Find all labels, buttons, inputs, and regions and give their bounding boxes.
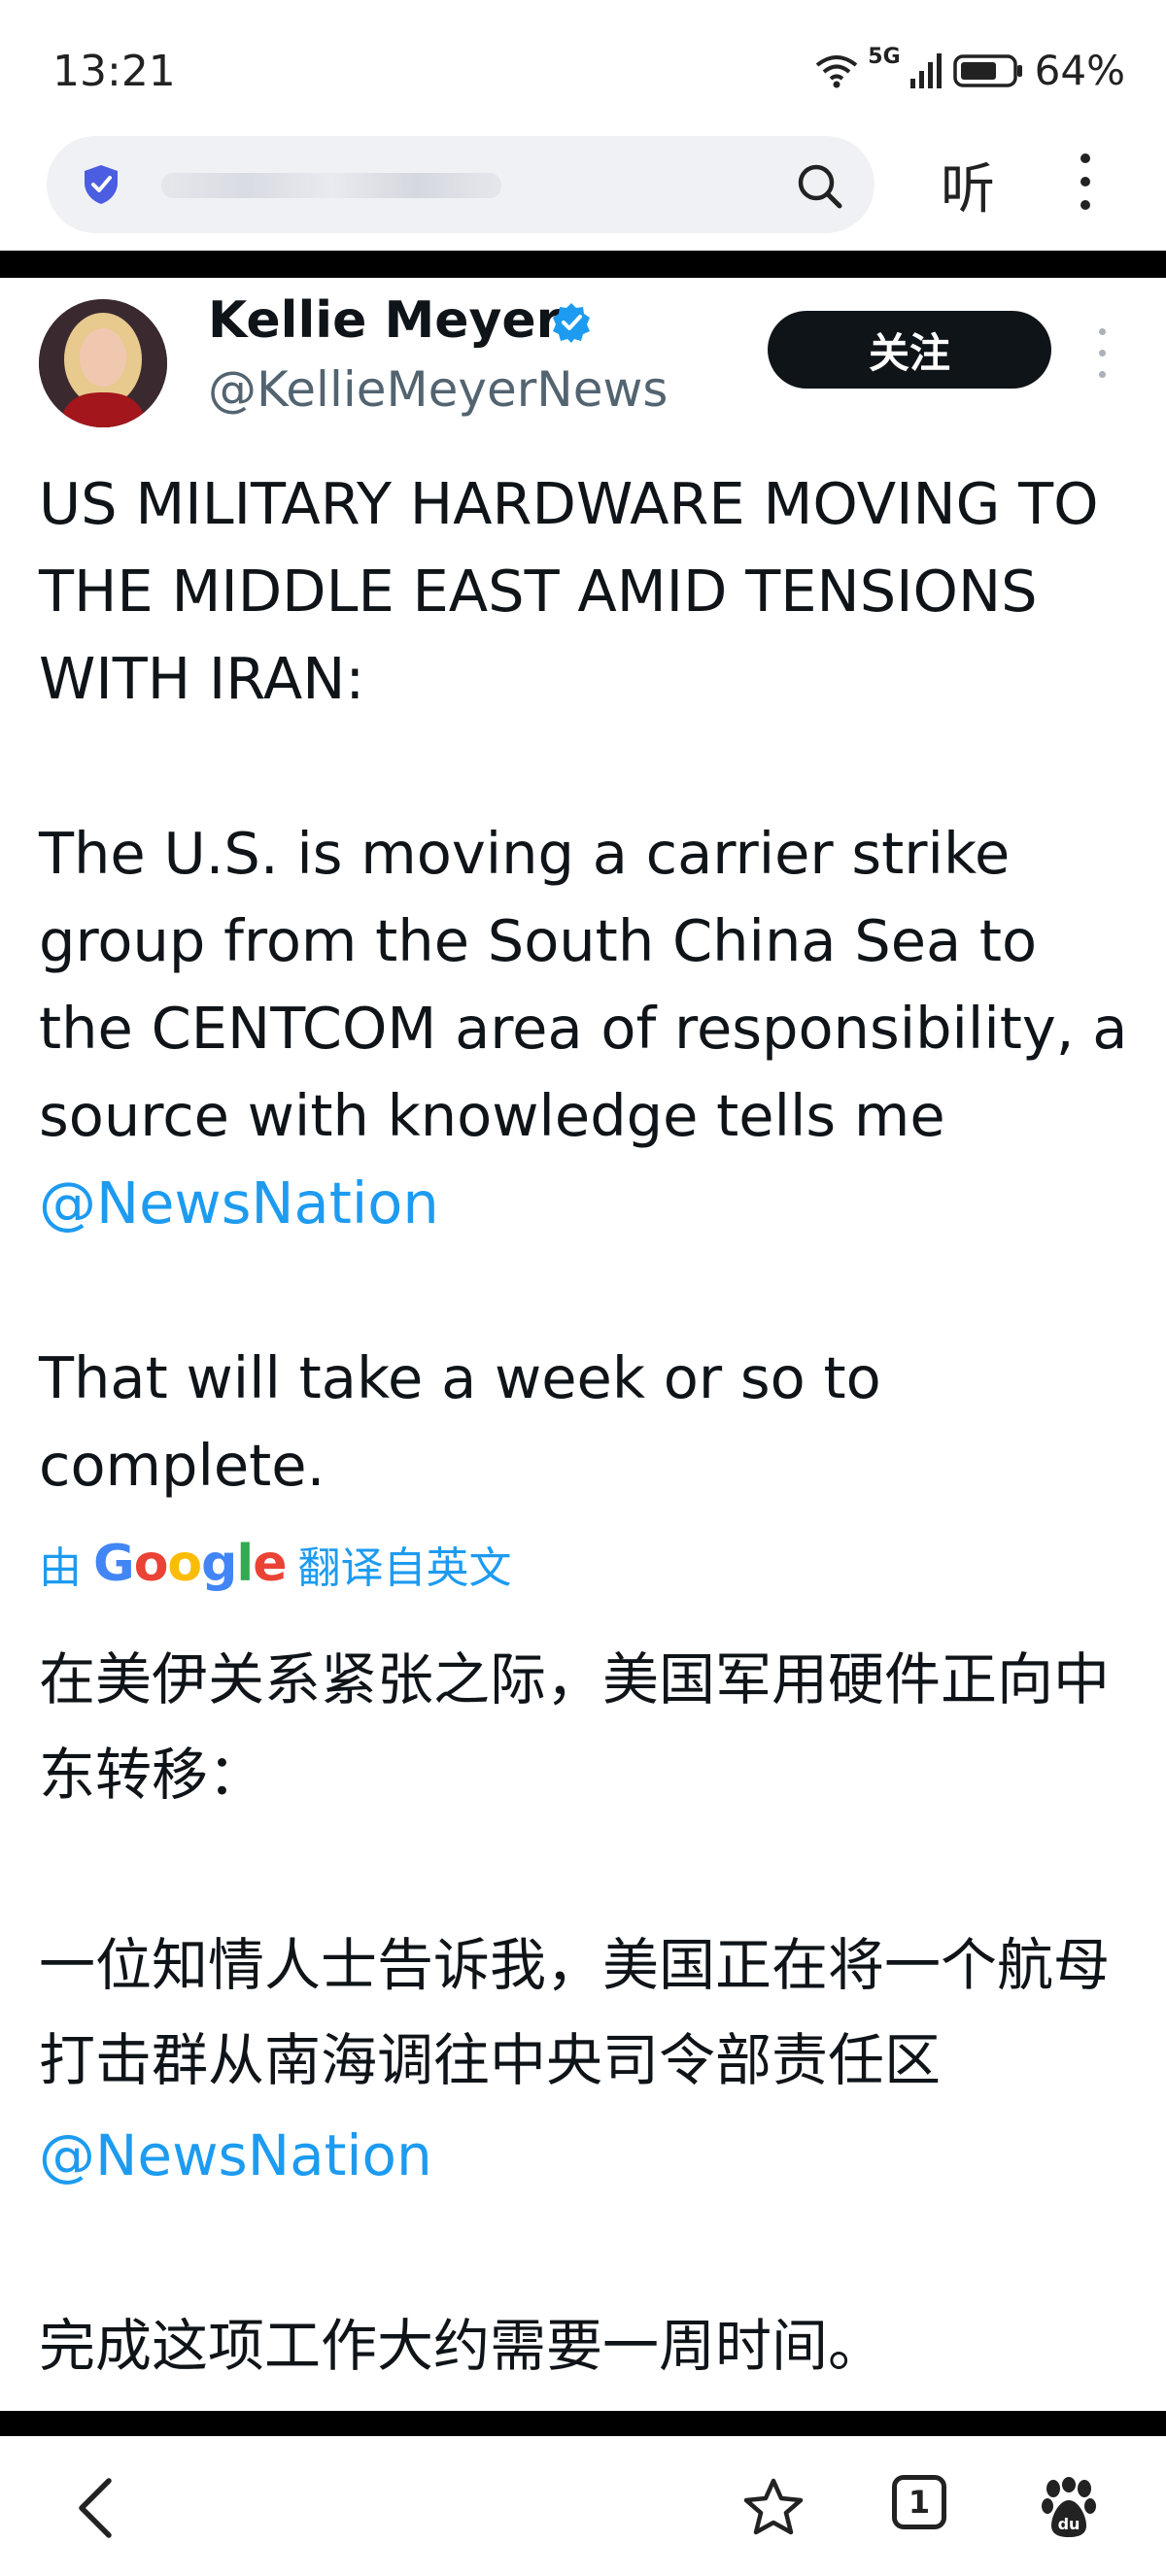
network-type: 5G [868,45,901,69]
google-logo: Google [93,1535,288,1593]
translated-paragraph: 完成这项工作大约需要一周时间。 [39,2313,885,2379]
avatar[interactable] [39,299,167,427]
back-arrow-icon[interactable] [72,2477,120,2539]
translation-attribution[interactable]: 由 Google 翻译自英文 [39,1533,512,1595]
tweet-more-icon[interactable] [1096,326,1110,381]
tab-switcher-button[interactable]: 1 [892,2475,946,2529]
status-bar: 13:21 5G 64% [0,0,1166,146]
translated-body: 在美伊关系紧张之际，美国军用硬件正向中东转移： 一位知情人士告诉我，美国正在将一… [39,1632,1137,2489]
tweet-paragraph: The U.S. is moving a carrier strike grou… [39,810,1137,1247]
follow-button[interactable]: 关注 [768,311,1051,389]
svg-text:du: du [1058,2515,1080,2533]
mention-link[interactable]: @NewsNation [39,2122,432,2188]
author-name[interactable]: Kellie Meyer [208,291,561,350]
screenshot-border [0,251,1166,278]
blurred-url[interactable] [161,173,501,198]
translated-paragraph: 在美伊关系紧张之际，美国军用硬件正向中东转移： [39,1646,1111,1808]
tweet-paragraph-text: The U.S. is moving a carrier strike grou… [39,820,1128,1149]
tweet-body: US MILITARY HARDWARE MOVING TO THE MIDDL… [39,460,1137,1597]
signal-icon [909,52,942,88]
clock: 13:21 [52,47,176,96]
status-icons: 5G 64% [815,45,1125,94]
baidu-paw-icon[interactable]: du [1040,2477,1098,2539]
battery-level: 64% [1034,47,1125,94]
battery-icon [952,53,1022,87]
wifi-icon [816,54,858,87]
tweet-paragraph: US MILITARY HARDWARE MOVING TO THE MIDDL… [39,470,1099,712]
bottom-navigation: 1 du [0,2436,1166,2576]
translated-paragraph: 一位知情人士告诉我，美国正在将一个航母打击群从南海调往中央司令部责任区 @News… [39,1917,1137,2203]
shield-icon [85,165,118,204]
bookmark-star-icon[interactable] [742,2477,805,2537]
listen-button[interactable]: 听 [941,146,995,224]
search-icon[interactable] [793,159,845,212]
avatar-image [39,299,167,427]
mention-link[interactable]: @NewsNation [39,1169,439,1237]
author-handle[interactable]: @KellieMeyerNews [208,361,668,418]
verified-badge-icon [553,303,590,343]
translated-paragraph-text: 一位知情人士告诉我，美国正在将一个航母打击群从南海调往中央司令部责任区 [39,1932,1111,2093]
translate-suffix: 翻译自英文 [297,1543,512,1593]
translate-prefix: 由 [39,1543,82,1593]
address-bar[interactable] [47,136,874,233]
more-menu-icon[interactable] [1067,148,1106,216]
screenshot-border [0,2411,1166,2436]
tweet-paragraph: That will take a week or so to complete. [39,1344,881,1499]
